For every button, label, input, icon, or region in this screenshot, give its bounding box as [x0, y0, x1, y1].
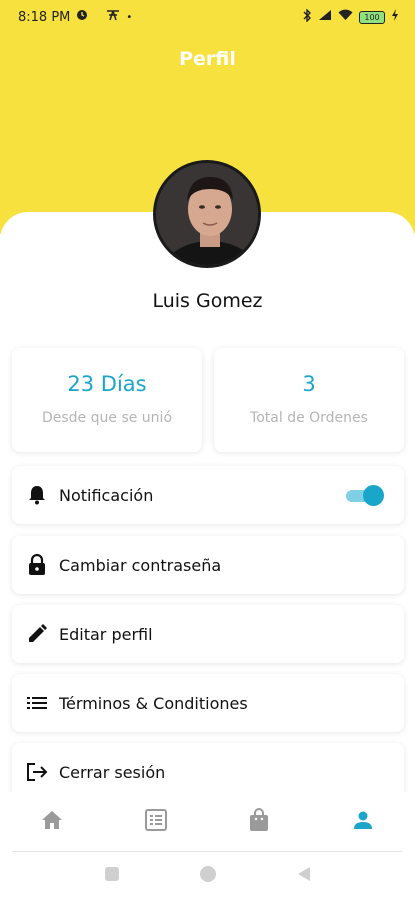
- menu-item-label: Cerrar sesión: [59, 762, 166, 782]
- toggle-thumb: [363, 485, 384, 506]
- battery-icon: 100: [359, 10, 385, 24]
- person-icon: [353, 810, 373, 834]
- page-title: Perfil: [179, 48, 236, 70]
- status-bar: 8:18 PM • 100: [0, 0, 415, 34]
- app-icon: [106, 9, 120, 25]
- menu-item-edit-profile[interactable]: Editar perfil: [12, 605, 404, 663]
- menu-item-label: Editar perfil: [59, 624, 153, 644]
- back-button[interactable]: [295, 867, 313, 885]
- nav-bag[interactable]: [239, 802, 279, 842]
- bottom-nav: [0, 792, 415, 852]
- stat-value: 3: [302, 372, 316, 396]
- bluetooth-icon: [302, 7, 312, 26]
- bell-icon: [26, 484, 48, 506]
- menu-item-label: Términos & Conditiones: [59, 693, 248, 713]
- status-left: 8:18 PM •: [18, 9, 132, 25]
- nav-profile[interactable]: [343, 802, 383, 842]
- stat-value: 23 Días: [67, 372, 147, 396]
- logout-icon: [26, 761, 48, 783]
- stat-label: Desde que se unió: [41, 410, 173, 426]
- avatar[interactable]: [153, 160, 261, 268]
- battery-level: 100: [364, 12, 380, 22]
- dot-icon: •: [126, 11, 133, 23]
- profile-name: Luis Gomez: [152, 290, 263, 312]
- notification-toggle[interactable]: [346, 485, 384, 506]
- menu-item-terms[interactable]: Términos & Conditiones: [12, 674, 404, 732]
- pencil-icon: [26, 623, 48, 645]
- bag-icon: [249, 808, 269, 836]
- stat-card-orders: 3 Total de Ordenes: [214, 348, 404, 452]
- charging-icon: [391, 9, 399, 25]
- signal-icon: [318, 9, 332, 25]
- home-icon: [41, 810, 63, 834]
- nav-orders[interactable]: [136, 802, 176, 842]
- stat-label: Total de Ordenes: [250, 410, 368, 426]
- lock-icon: [26, 554, 48, 576]
- menu-item-change-password[interactable]: Cambiar contraseña: [12, 536, 404, 594]
- back-icon: [296, 866, 312, 886]
- menu-item-label: Cambiar contraseña: [59, 555, 222, 575]
- stat-card-days: 23 Días Desde que se unió: [12, 348, 202, 452]
- status-time: 8:18 PM: [18, 9, 71, 25]
- system-home-button[interactable]: [199, 865, 217, 887]
- system-nav: [0, 852, 415, 900]
- data-saver-icon: [76, 9, 88, 25]
- nav-home[interactable]: [32, 802, 72, 842]
- home-circle-icon: [199, 865, 217, 887]
- menu-item-notifications[interactable]: Notificación: [12, 466, 404, 524]
- list-icon: [26, 692, 48, 714]
- orders-icon: [144, 809, 167, 835]
- recents-icon: [104, 866, 120, 886]
- status-right: 100: [302, 7, 399, 26]
- menu-item-label: Notificación: [59, 485, 154, 505]
- recents-button[interactable]: [103, 867, 121, 885]
- wifi-icon: [338, 9, 353, 25]
